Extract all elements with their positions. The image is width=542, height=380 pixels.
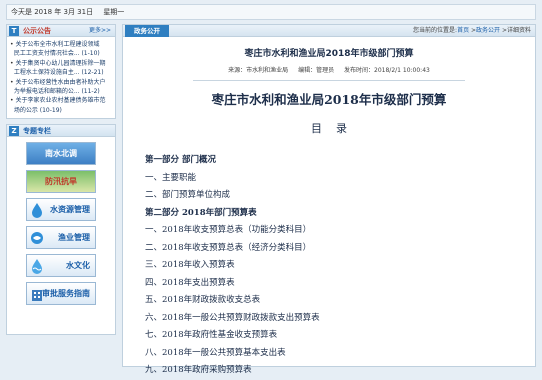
toc-item: 七、2018年政府性基金收支预算表 <box>145 330 278 340</box>
date-bar: 今天是 2018 年 3月 31日 星期一 <box>6 4 536 20</box>
document-title: 枣庄市水利和渔业局2018年市级部门预算 <box>211 92 447 107</box>
water-drop-icon <box>32 203 42 219</box>
toc-part-heading: 第一部分 部门概况 <box>145 155 216 165</box>
banner-label: 水资源管理 <box>50 205 90 215</box>
notice-item-text: 关于集贤中心幼儿园清理拆除一期 <box>15 59 106 67</box>
special-panel: Z 专题专栏 南水北调 防汛抗旱 水资源管理 渔业管理 水文化 审批服务指南 <box>6 124 116 336</box>
tab-government-affairs[interactable]: 政务公开 <box>125 25 169 37</box>
left-sidebar: T 公示公告 更多>> • 关于公布全市水利工程建设领域 民工工资支付情况社会.… <box>6 24 116 367</box>
article-published: 发布时间：2018/2/1 10:00:43 <box>344 67 430 74</box>
banner-water-culture[interactable]: 水文化 <box>26 254 96 278</box>
z-badge-icon: Z <box>9 126 19 137</box>
banner-flood-control[interactable]: 防汛抗旱 <box>26 170 96 194</box>
toc-item: 六、2018年一般公共预算财政拨款支出预算表 <box>145 312 320 323</box>
notice-item[interactable]: • 关于集贤中心幼儿园清理拆除一期 <box>10 59 113 68</box>
special-panel-header: Z 专题专栏 <box>7 125 115 138</box>
notice-item[interactable]: 民工工资支付情况社会... (1-10) <box>10 49 113 58</box>
notice-item-text: 关于李家农业农村基建债务雄市范 <box>15 97 106 105</box>
toc-item: 九、2018年政府采购预算表 <box>145 365 252 375</box>
toc-item: 五、2018年财政拨款收支总表 <box>145 295 261 305</box>
banner-label: 渔业管理 <box>58 233 90 243</box>
breadcrumb-current: 详细资料 <box>506 27 531 34</box>
banner-water-resources[interactable]: 水资源管理 <box>26 198 96 222</box>
toc-item: 二、部门预算单位构成 <box>145 190 231 200</box>
banner-fishery[interactable]: 渔业管理 <box>26 226 96 250</box>
today-weekday: 星期一 <box>103 8 125 16</box>
article-meta: 来源：市水利和渔业局 编辑：管理员 发布时间：2018/2/1 10:00:43 <box>123 65 535 74</box>
breadcrumb-separator: > <box>469 27 477 34</box>
toc-item: 三、2018年收入预算表 <box>145 260 235 270</box>
notice-item[interactable]: 场的公示 (10-19) <box>10 106 113 115</box>
notice-item-text: 场的公示 (10-19) <box>13 106 62 114</box>
notice-item-text: 关于公布全市水利工程建设领域 <box>15 41 100 48</box>
notice-panel: T 公示公告 更多>> • 关于公布全市水利工程建设领域 民工工资支付情况社会.… <box>6 24 116 120</box>
banner-label: 防汛抗旱 <box>45 177 77 187</box>
banner-label: 审批服务指南 <box>42 289 90 299</box>
special-panel-title: 专题专栏 <box>23 127 51 136</box>
table-of-contents: 第一部分 部门概况 一、主要职能二、部门预算单位构成第二部分 2018年部门预算表… <box>145 152 505 380</box>
notice-item-text: 为举报电话和邮箱的公... (11-2) <box>13 88 100 96</box>
notice-item-text: 关于公布经营性水由由者补助大户 <box>15 78 106 86</box>
today-date: 今天是 2018 年 3月 31日 <box>11 8 94 16</box>
breadcrumb-separator: > <box>500 27 507 34</box>
main-header: 政务公开 您当前的位置是:首页 >政务公开 >详细资料 <box>123 25 535 37</box>
notice-more-link[interactable]: 更多>> <box>89 25 111 37</box>
notice-item-text: 民工工资支付情况社会... (1-10) <box>13 50 100 58</box>
banner-label: 南水北调 <box>45 149 77 159</box>
notice-item[interactable]: • 关于李家农业农村基建债务雄市范 <box>10 96 113 105</box>
main-content: 政务公开 您当前的位置是:首页 >政务公开 >详细资料 枣庄市水利和渔业局201… <box>122 24 536 375</box>
notice-list: • 关于公布全市水利工程建设领域 民工工资支付情况社会... (1-10) • 关… <box>7 37 115 118</box>
article-source: 来源：市水利和渔业局 <box>228 67 289 74</box>
notice-item[interactable]: 工程水土保持设施自主... (12-21) <box>10 68 113 77</box>
wave-icon <box>32 259 42 275</box>
toc-part-heading: 第二部分 2018年部门预算表 <box>145 207 257 218</box>
fish-icon <box>31 232 43 245</box>
t-badge-icon: T <box>9 26 19 36</box>
banner-approval-guide[interactable]: 审批服务指南 <box>26 282 96 306</box>
divider <box>193 80 465 81</box>
breadcrumb-home-link[interactable]: 首页 <box>457 27 469 34</box>
banner-south-north-water[interactable]: 南水北调 <box>26 142 96 166</box>
notice-panel-title: 公示公告 <box>23 27 51 35</box>
banner-label: 水文化 <box>66 261 90 271</box>
toc-item: 二、2018年收支预算总表（经济分类科目） <box>145 242 312 253</box>
notice-item[interactable]: • 关于公布经营性水由由者补助大户 <box>10 78 113 87</box>
notice-item[interactable]: • 关于公布全市水利工程建设领域 <box>10 40 113 49</box>
article-title: 枣庄市水利和渔业局2018年市级部门预算 <box>244 49 414 59</box>
toc-item: 一、2018年收支预算总表（功能分类科目） <box>145 225 312 235</box>
toc-heading: 目录 <box>311 122 361 135</box>
article-editor: 编辑：管理员 <box>298 67 335 74</box>
toc-item: 一、主要职能 <box>145 172 197 183</box>
toc-item: 四、2018年支出预算表 <box>145 277 235 288</box>
breadcrumb-prefix: 您当前的位置是: <box>413 27 458 34</box>
breadcrumb-section-link[interactable]: 政务公开 <box>476 27 500 34</box>
toc-item: 八、2018年一般公共预算基本支出表 <box>145 347 286 358</box>
breadcrumb: 您当前的位置是:首页 >政务公开 >详细资料 <box>413 25 531 37</box>
notice-panel-header: T 公示公告 更多>> <box>7 25 115 37</box>
notice-item[interactable]: 为举报电话和邮箱的公... (11-2) <box>10 87 113 96</box>
building-icon <box>32 290 42 302</box>
notice-item-text: 工程水土保持设施自主... (12-21) <box>13 69 104 77</box>
